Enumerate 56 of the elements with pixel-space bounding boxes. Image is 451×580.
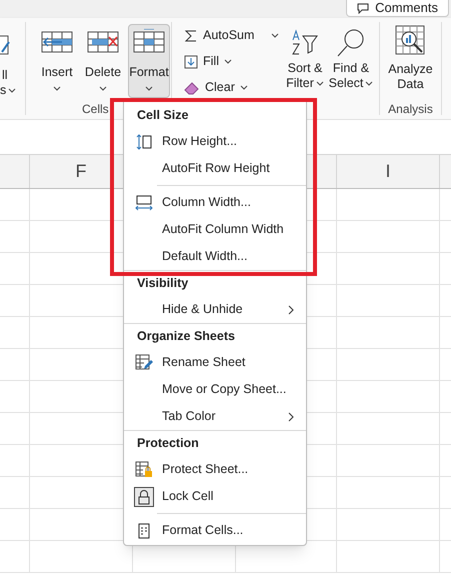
caret-icon [365,81,374,86]
menu-section-header: Organize Sheets [137,328,235,346]
row-height-icon [136,134,152,150]
menu-item[interactable]: Tab Color [124,403,306,430]
ribbon-button[interactable]: Sort & Filter [282,22,328,115]
protect-sheet-icon [135,461,153,478]
menu-item[interactable]: Rename Sheet [124,349,306,376]
format-cells-icon [138,522,150,538]
menu-item[interactable]: Lock Cell [124,483,306,510]
comments-button[interactable]: Comments [346,0,449,17]
menu-item[interactable]: Protect Sheet... [124,456,306,483]
ribbon-button[interactable]: Clear [184,76,282,99]
caret-icon [240,85,248,90]
menu-section-header: Cell Size [137,106,188,124]
group-label: Analysis [388,101,433,118]
caret-icon [53,86,61,91]
menu-section-header: Protection [137,435,199,452]
menu-item[interactable]: AutoFit Column Width [124,216,306,243]
sigma-icon [184,28,198,42]
caret-icon [271,33,280,38]
menu-item[interactable]: AutoFit Row Height [124,155,306,182]
menu-item[interactable]: Row Height... [124,128,306,155]
ribbon-button[interactable]: Analyze Data [388,22,433,92]
ribbon-button[interactable]: AutoSum [184,24,282,47]
menu-item[interactable]: Column Width... [124,189,306,216]
insert-cells-icon [40,29,74,55]
caret-icon [316,81,324,86]
caret-icon [224,59,232,64]
menu-item[interactable]: Default Width... [124,243,306,270]
lock-icon [138,488,150,504]
eraser-icon [184,80,200,94]
ribbon-button[interactable]: Insert [36,24,78,98]
caret-icon [145,86,153,91]
ribbon-button[interactable]: Fill [184,50,282,73]
column-width-icon [135,194,153,210]
search-icon [336,28,366,58]
format-cells-grid-icon [132,29,166,55]
column-header[interactable]: I [385,158,390,185]
caret-icon [99,86,107,91]
menu-item[interactable]: Move or Copy Sheet... [124,376,306,403]
ribbon-button[interactable]: Format [128,24,170,98]
ribbon-button[interactable]: Find & Select [328,22,374,115]
ribbon-button-label[interactable]: ll [0,68,8,83]
caret-icon [8,88,16,93]
analyze-data-icon [394,24,426,56]
ribbon-button[interactable]: Delete [82,24,124,98]
rename-sheet-icon [135,354,153,371]
menu-item[interactable]: Hide & Unhide [124,296,306,323]
group-label: Cells [82,101,109,118]
fill-down-icon [184,54,198,68]
ribbon-button-label[interactable]: s [0,83,6,98]
delete-cells-icon [86,29,120,55]
menu-section-header: Visibility [137,275,188,292]
menu-item[interactable]: Format Cells... [124,517,306,544]
column-header[interactable]: F [76,158,86,185]
comment-icon [357,2,370,14]
